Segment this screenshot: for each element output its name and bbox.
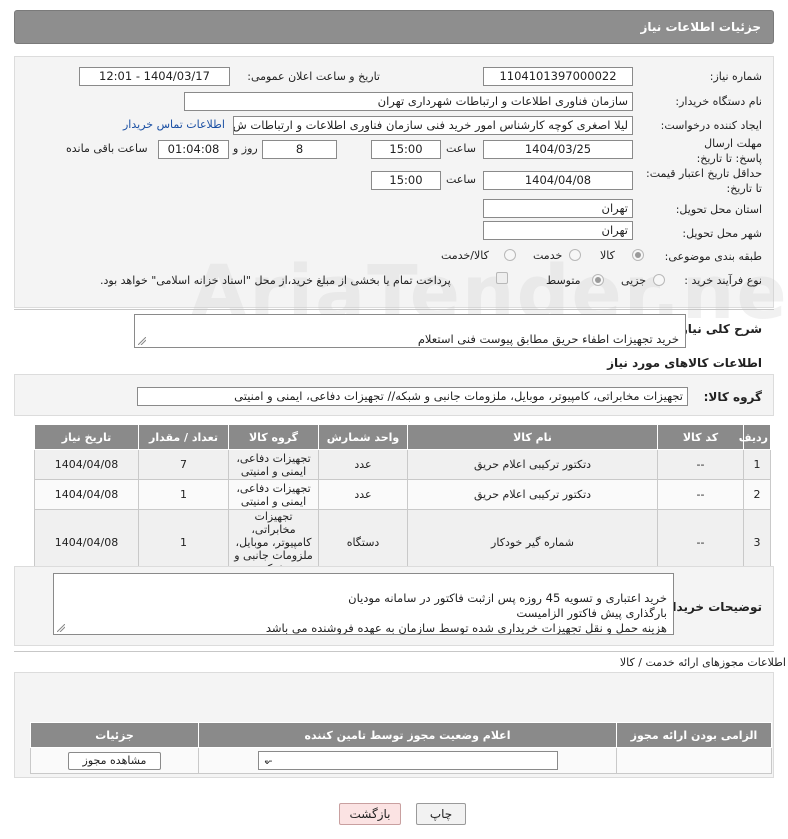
divider [14, 651, 774, 652]
validity-time-label: ساعت [446, 173, 476, 186]
remaining-label: ساعت باقی مانده [66, 142, 148, 155]
buyer-notes-text: خرید اعتباری و تسویه 45 روزه پس ازثبت فا… [265, 591, 667, 635]
category-goods-label: کالا [600, 249, 615, 262]
days-field: 8 [262, 140, 337, 159]
col-qty: تعداد / مقدار [138, 424, 229, 450]
cell-qty: 1 [138, 479, 229, 510]
page-title: جزئیات اطلاعات نیاز [640, 20, 761, 34]
print-button[interactable]: چاپ [416, 803, 466, 825]
process-medium-radio[interactable] [592, 274, 604, 289]
city-label: شهر محل تحویل: [682, 227, 762, 240]
announce-label: تاریخ و ساعت اعلان عمومی: [247, 70, 380, 83]
category-label: طبقه بندی موضوعی: [664, 250, 762, 263]
table-row: -- ⌄ مشاهده مجوز [30, 747, 772, 774]
cell-name: دتکتور ترکیبی اعلام حریق [407, 449, 658, 480]
category-service-label: خدمت [533, 249, 563, 262]
validity-date-field: 1404/04/08 [483, 171, 633, 190]
col-permit-status: اعلام وضعیت مجوز توسط تامین کننده [198, 722, 617, 748]
treasury-checkbox[interactable] [496, 272, 508, 284]
cell-date: 1404/04/08 [34, 479, 139, 510]
category-goods-radio[interactable] [632, 249, 644, 264]
validity-label: حداقل تاریخ اعتبار قیمت: تا تاریخ: [646, 167, 762, 195]
col-permit-details: جزئیات [30, 722, 199, 748]
cell-date: 1404/04/08 [34, 449, 139, 480]
divider [14, 309, 774, 310]
permits-table-header: الزامی بودن ارائه مجوز اعلام وضعیت مجوز … [30, 722, 772, 748]
process-label: نوع فرآیند خرید : [684, 274, 762, 287]
buyer-notes-textarea[interactable]: خرید اعتباری و تسویه 45 روزه پس ازثبت فا… [53, 573, 674, 635]
cell-code: -- [657, 479, 744, 510]
chevron-down-icon: ⌄ [262, 754, 272, 767]
page-header: جزئیات اطلاعات نیاز [14, 10, 774, 44]
reply-time-field: 15:00 [371, 140, 441, 159]
process-minor-radio[interactable] [653, 274, 665, 289]
col-date: تاریخ نیاز [34, 424, 139, 450]
category-service-radio[interactable] [569, 249, 581, 264]
cell-code: -- [657, 449, 744, 480]
requester-label: ایجاد کننده درخواست: [660, 119, 762, 132]
permits-table: الزامی بودن ارائه مجوز اعلام وضعیت مجوز … [30, 722, 772, 774]
col-name: نام کالا [407, 424, 658, 450]
resize-grip-icon[interactable] [138, 337, 146, 345]
cell-permit-required [616, 747, 772, 774]
description-text: خرید تجهیزات اطفاء حریق مطابق پیوست فنی … [417, 332, 679, 346]
goods-table: ردیف کد کالا نام کالا واحد شمارش گروه کا… [34, 424, 771, 576]
cell-group: تجهیزات دفاعی، ایمنی و امنیتی [228, 449, 319, 480]
process-medium-label: متوسط [546, 274, 581, 287]
permit-status-select[interactable]: -- ⌄ [257, 751, 558, 770]
buyer-contact-link[interactable]: اطلاعات تماس خریدار [123, 118, 225, 131]
permits-title: اطلاعات مجوزهای ارائه خدمت / کالا [619, 656, 786, 669]
cell-unit: عدد [318, 449, 408, 480]
reply-date-field: 1404/03/25 [483, 140, 633, 159]
col-row: ردیف [739, 424, 771, 450]
cell-name: دتکتور ترکیبی اعلام حریق [407, 479, 658, 510]
province-label: استان محل تحویل: [675, 203, 762, 216]
col-unit: واحد شمارش [318, 424, 408, 450]
buyer-org-label: نام دستگاه خریدار: [675, 95, 762, 108]
need-number-label: شماره نیاز: [709, 70, 762, 83]
cell-qty: 7 [138, 449, 229, 480]
validity-time-field: 15:00 [371, 171, 441, 190]
announce-field: 1404/03/17 - 12:01 [79, 67, 230, 86]
cell-row: 1 [743, 449, 771, 480]
description-label: شرح کلی نیاز: [676, 322, 762, 336]
cell-group: تجهیزات دفاعی، ایمنی و امنیتی [228, 479, 319, 510]
table-row: 2 -- دتکتور ترکیبی اعلام حریق عدد تجهیزا… [34, 479, 771, 510]
days-label: روز و [233, 142, 258, 155]
need-number-field: 1104101397000022 [483, 67, 633, 86]
province-field: تهران [483, 199, 633, 218]
col-code: کد کالا [657, 424, 744, 450]
reply-time-label: ساعت [446, 142, 476, 155]
description-textarea[interactable]: خرید تجهیزات اطفاء حریق مطابق پیوست فنی … [134, 314, 686, 348]
cell-unit: عدد [318, 479, 408, 510]
category-both-label: کالا/خدمت [441, 249, 489, 262]
payment-note: پرداخت تمام یا بخشی از مبلغ خرید،از محل … [100, 274, 451, 287]
table-row: 1 -- دتکتور ترکیبی اعلام حریق عدد تجهیزا… [34, 449, 771, 480]
cell-permit-status: -- ⌄ [198, 747, 617, 774]
cell-permit-details: مشاهده مجوز [30, 747, 199, 774]
reply-deadline-label: مهلت ارسال پاسخ: تا تاریخ: [696, 137, 762, 165]
goods-group-label: گروه کالا: [703, 390, 762, 404]
buyer-org-field: سازمان فناوری اطلاعات و ارتباطات شهرداری… [184, 92, 633, 111]
category-both-radio[interactable] [504, 249, 516, 264]
cell-row: 2 [743, 479, 771, 510]
goods-group-field: تجهیزات مخابراتی، کامپیوتر، موبایل، ملزو… [137, 387, 688, 406]
col-permit-required: الزامی بودن ارائه مجوز [616, 722, 772, 748]
remaining-time-field: 01:04:08 [158, 140, 229, 159]
requester-field: لیلا اصغری کوچه کارشناس امور خرید فنی سا… [233, 116, 633, 135]
col-group: گروه کالا [228, 424, 319, 450]
back-button[interactable]: بازگشت [339, 803, 401, 825]
process-minor-label: جزیی [621, 274, 647, 287]
goods-table-header: ردیف کد کالا نام کالا واحد شمارش گروه کا… [34, 424, 771, 450]
resize-grip-icon[interactable] [57, 624, 65, 632]
view-permit-button[interactable]: مشاهده مجوز [68, 751, 161, 770]
goods-section-title: اطلاعات کالاهای مورد نیاز [607, 356, 762, 370]
buyer-notes-label: توضیحات خریدار: [660, 600, 762, 614]
city-field: تهران [483, 221, 633, 240]
